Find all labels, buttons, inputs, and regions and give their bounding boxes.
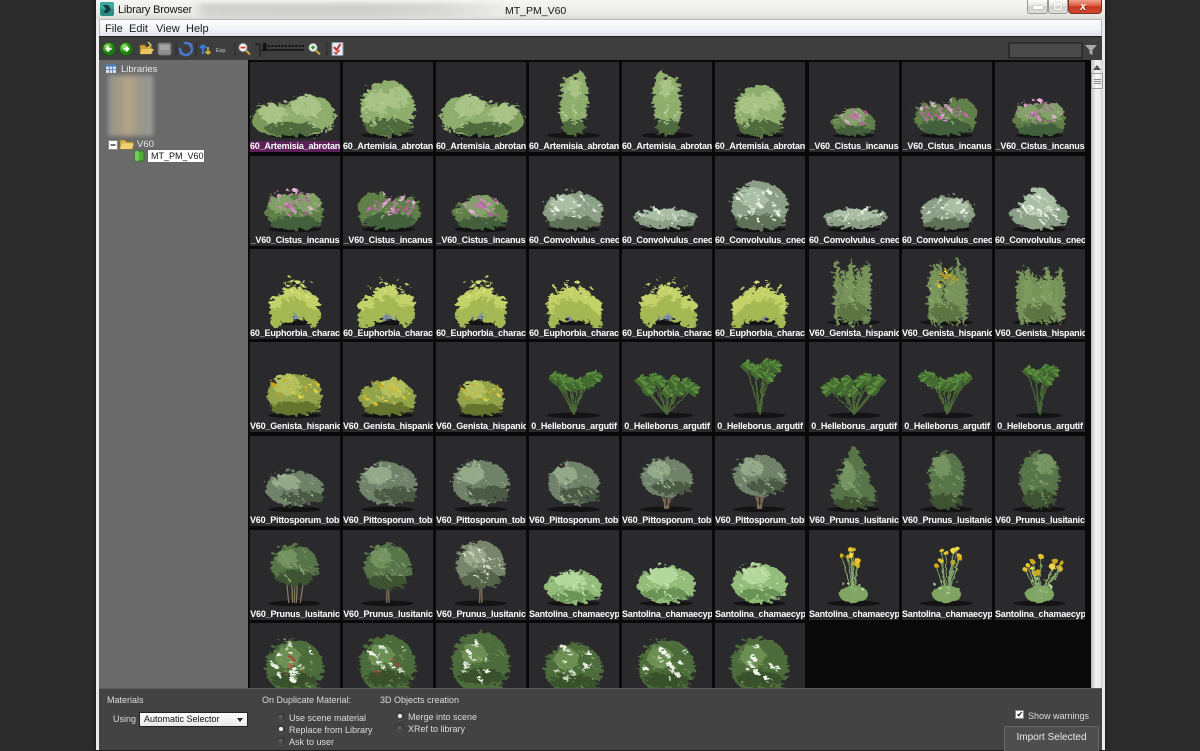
svg-text:Exp: Exp xyxy=(216,48,225,54)
